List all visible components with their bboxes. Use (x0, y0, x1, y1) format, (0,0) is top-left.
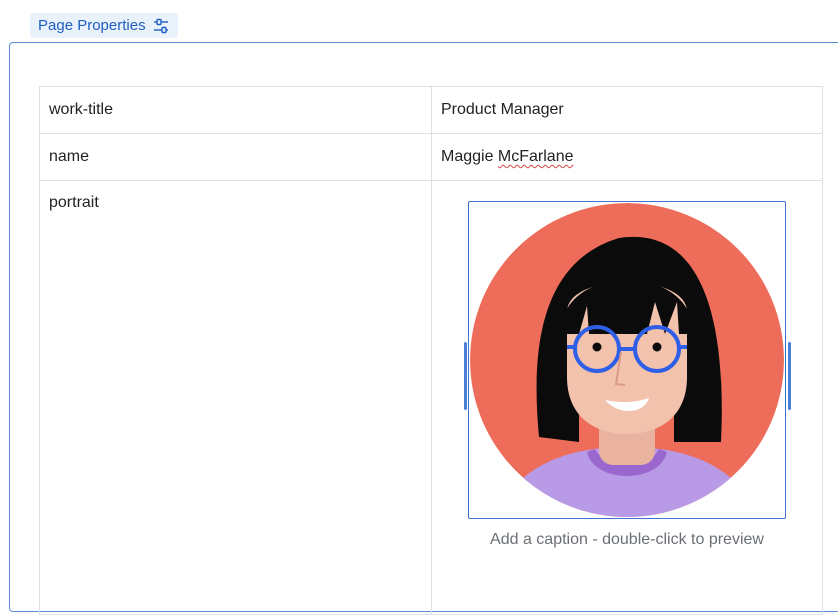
page-properties-table: work-title Product Manager name Maggie M… (39, 86, 823, 615)
spellcheck-word[interactable]: McFarlane (498, 148, 574, 165)
resize-handle-left[interactable] (464, 342, 467, 410)
portrait-cell[interactable]: Add a caption - double-click to preview (431, 180, 823, 615)
property-key[interactable]: name (39, 133, 432, 181)
property-key[interactable]: portrait (39, 180, 432, 615)
resize-handle-right[interactable] (788, 342, 791, 410)
property-value[interactable]: Product Manager (431, 86, 823, 134)
table-row: portrait Add a caption - double-click to… (39, 180, 823, 615)
name-value-text: Maggie McFarlane (441, 148, 574, 165)
page-properties-tab[interactable]: Page Properties (30, 13, 178, 38)
table-row: name Maggie McFarlane (39, 133, 823, 181)
property-value[interactable]: Maggie McFarlane (431, 133, 823, 181)
page-properties-label: Page Properties (38, 17, 146, 34)
table-row: work-title Product Manager (39, 86, 823, 134)
property-key[interactable]: work-title (39, 86, 432, 134)
sliders-icon (152, 18, 170, 34)
name-value: Maggie McFarlane (441, 148, 574, 165)
avatar-illustration-icon (470, 203, 784, 517)
portrait-image[interactable] (464, 201, 791, 519)
caption-placeholder[interactable]: Add a caption - double-click to preview (432, 531, 822, 549)
